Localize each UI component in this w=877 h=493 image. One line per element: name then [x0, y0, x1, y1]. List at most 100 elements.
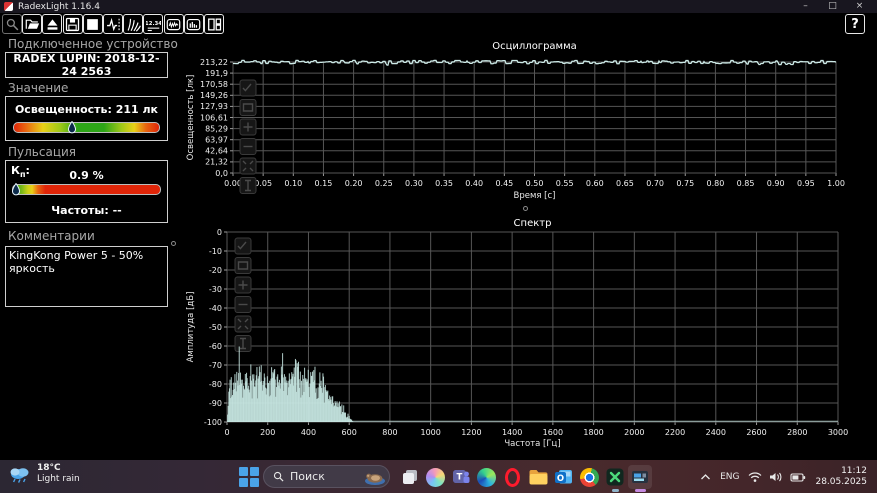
svg-text:191,9: 191,9 [205, 69, 228, 78]
help-button[interactable]: ? [845, 14, 865, 34]
close-button[interactable]: × [846, 0, 873, 13]
layout-panels-toolbar-button[interactable] [204, 14, 224, 34]
volume-icon[interactable] [769, 471, 783, 483]
white-screen-toolbar-button[interactable] [82, 14, 103, 34]
oscillogram-view-icon [166, 18, 181, 30]
chrome-icon [579, 467, 599, 487]
oscillogram-view-toolbar-button[interactable] [163, 14, 184, 34]
eject-toolbar-button[interactable] [42, 14, 63, 34]
edge-icon [477, 467, 497, 487]
numeric-display-toolbar-button[interactable]: 12.34 [143, 14, 164, 34]
svg-text:-20: -20 [209, 266, 222, 275]
open-folder-toolbar-button[interactable] [22, 14, 43, 34]
app-logo-icon [4, 2, 13, 11]
spectrum-chart: Спектр Частота [Гц] Амплитуда [дБ] 0 200 400 6… [186, 218, 848, 449]
window-chart-button[interactable] [239, 99, 257, 116]
weather-rain-icon [10, 467, 29, 483]
svg-text:0.00: 0.00 [224, 179, 242, 188]
kp-value: 0.9 % [69, 169, 104, 182]
window-chart-button[interactable] [234, 257, 252, 274]
select-chart-button[interactable] [234, 237, 252, 255]
active-app-indicator [635, 489, 647, 492]
svg-text:0.25: 0.25 [375, 179, 393, 188]
language-indicator[interactable]: ENG [720, 472, 739, 482]
svg-text:127,93: 127,93 [200, 102, 228, 111]
radexlight-icon [632, 471, 649, 483]
search-daily-image-otter-icon [365, 473, 385, 485]
zoom-toolbar-button[interactable] [2, 14, 22, 34]
minimize-button[interactable]: – [792, 0, 819, 13]
layout-panels-icon [207, 18, 221, 30]
device-name-box: RADEX LUPIN: 2018-12-24 2563 [5, 52, 168, 78]
title-bar: RadexLight 1.16.4 – □ × [0, 0, 877, 13]
svg-text:1.00: 1.00 [827, 179, 845, 188]
opera-icon [504, 467, 520, 487]
svg-text:800: 800 [382, 428, 397, 437]
fit-chart-button[interactable] [239, 157, 257, 175]
search-placeholder: Поиск [290, 470, 325, 483]
weather-widget[interactable]: 18°C Light rain [8, 463, 80, 485]
clock-widget[interactable]: 11:12 28.05.2025 [815, 466, 867, 488]
svg-text:400: 400 [301, 428, 316, 437]
svg-text:0.10: 0.10 [284, 179, 302, 188]
zoom-out-chart-button[interactable] [234, 296, 252, 313]
chrome-taskbar-button[interactable] [577, 465, 601, 489]
eject-icon [47, 18, 58, 30]
fit-chart-button[interactable] [234, 315, 252, 333]
teams-taskbar-button[interactable]: T [449, 465, 473, 489]
svg-text:2200: 2200 [665, 428, 685, 437]
svg-text:170,58: 170,58 [200, 80, 228, 89]
zoom-out-chart-button[interactable] [239, 138, 257, 155]
save-toolbar-button[interactable] [62, 14, 83, 34]
radexlight-taskbar-button[interactable] [628, 465, 653, 489]
svg-text:-30: -30 [209, 285, 222, 294]
spectrum-view-icon [186, 18, 201, 30]
taskbar: 18°C Light rain Поиск TO ENG 11:12 28.05… [0, 460, 877, 493]
edge-taskbar-button[interactable] [475, 465, 499, 489]
select-chart-button[interactable] [239, 79, 257, 97]
svg-text:Осциллограмма: Осциллограмма [492, 41, 577, 52]
svg-text:213,22: 213,22 [200, 58, 228, 67]
pulse-measure-icon [106, 17, 120, 31]
zoom-in-chart-button[interactable] [234, 276, 252, 294]
hand-flicker-toolbar-button[interactable] [123, 14, 144, 34]
search-input[interactable]: Поиск [263, 465, 390, 488]
illuminance-marker-icon[interactable] [67, 121, 77, 134]
outlook-taskbar-button[interactable]: O [552, 465, 576, 489]
weather-temp: 18°C [37, 463, 61, 473]
excel-taskbar-button[interactable] [603, 465, 627, 489]
svg-text:0.65: 0.65 [616, 179, 634, 188]
copilot-taskbar-button[interactable] [424, 465, 448, 489]
svg-text:0.95: 0.95 [797, 179, 815, 188]
zoom-in-chart-button[interactable] [239, 118, 257, 136]
svg-text:600: 600 [342, 428, 357, 437]
copilot-icon [426, 467, 446, 487]
wifi-icon[interactable] [748, 471, 762, 483]
battery-icon[interactable] [790, 471, 806, 483]
comments-grip-dot[interactable] [171, 241, 176, 246]
maximize-button[interactable]: □ [819, 0, 846, 13]
svg-text:Спектр: Спектр [514, 218, 552, 229]
svg-text:T: T [457, 473, 463, 483]
svg-text:106,61: 106,61 [200, 113, 228, 122]
svg-text:21,32: 21,32 [205, 158, 228, 167]
svg-text:1000: 1000 [420, 428, 440, 437]
spectrum-view-toolbar-button[interactable] [183, 14, 204, 34]
axis-chart-button[interactable] [234, 335, 252, 352]
explorer-taskbar-button[interactable] [526, 465, 550, 489]
svg-text:42,64: 42,64 [205, 147, 228, 156]
axis-chart-button[interactable] [239, 177, 257, 194]
screen: RadexLight 1.16.4 – □ × 12.34 ? Подключе… [0, 0, 877, 493]
svg-text:2000: 2000 [624, 428, 644, 437]
comments-textarea[interactable]: KingKong Power 5 - 50% яркость [5, 246, 168, 307]
pulse-measure-toolbar-button[interactable] [103, 14, 123, 34]
svg-text:O: O [556, 474, 563, 484]
opera-taskbar-button[interactable] [500, 465, 524, 489]
tray-chevron-up-icon[interactable] [700, 473, 711, 481]
task-view-taskbar-button[interactable] [398, 465, 422, 489]
start-button[interactable] [238, 466, 259, 487]
device-section-label: Подключенное устройство [8, 37, 178, 51]
pulsation-marker-icon[interactable] [11, 183, 20, 196]
svg-text:2800: 2800 [787, 428, 807, 437]
numeric-display-icon: 12.34 [146, 20, 161, 31]
